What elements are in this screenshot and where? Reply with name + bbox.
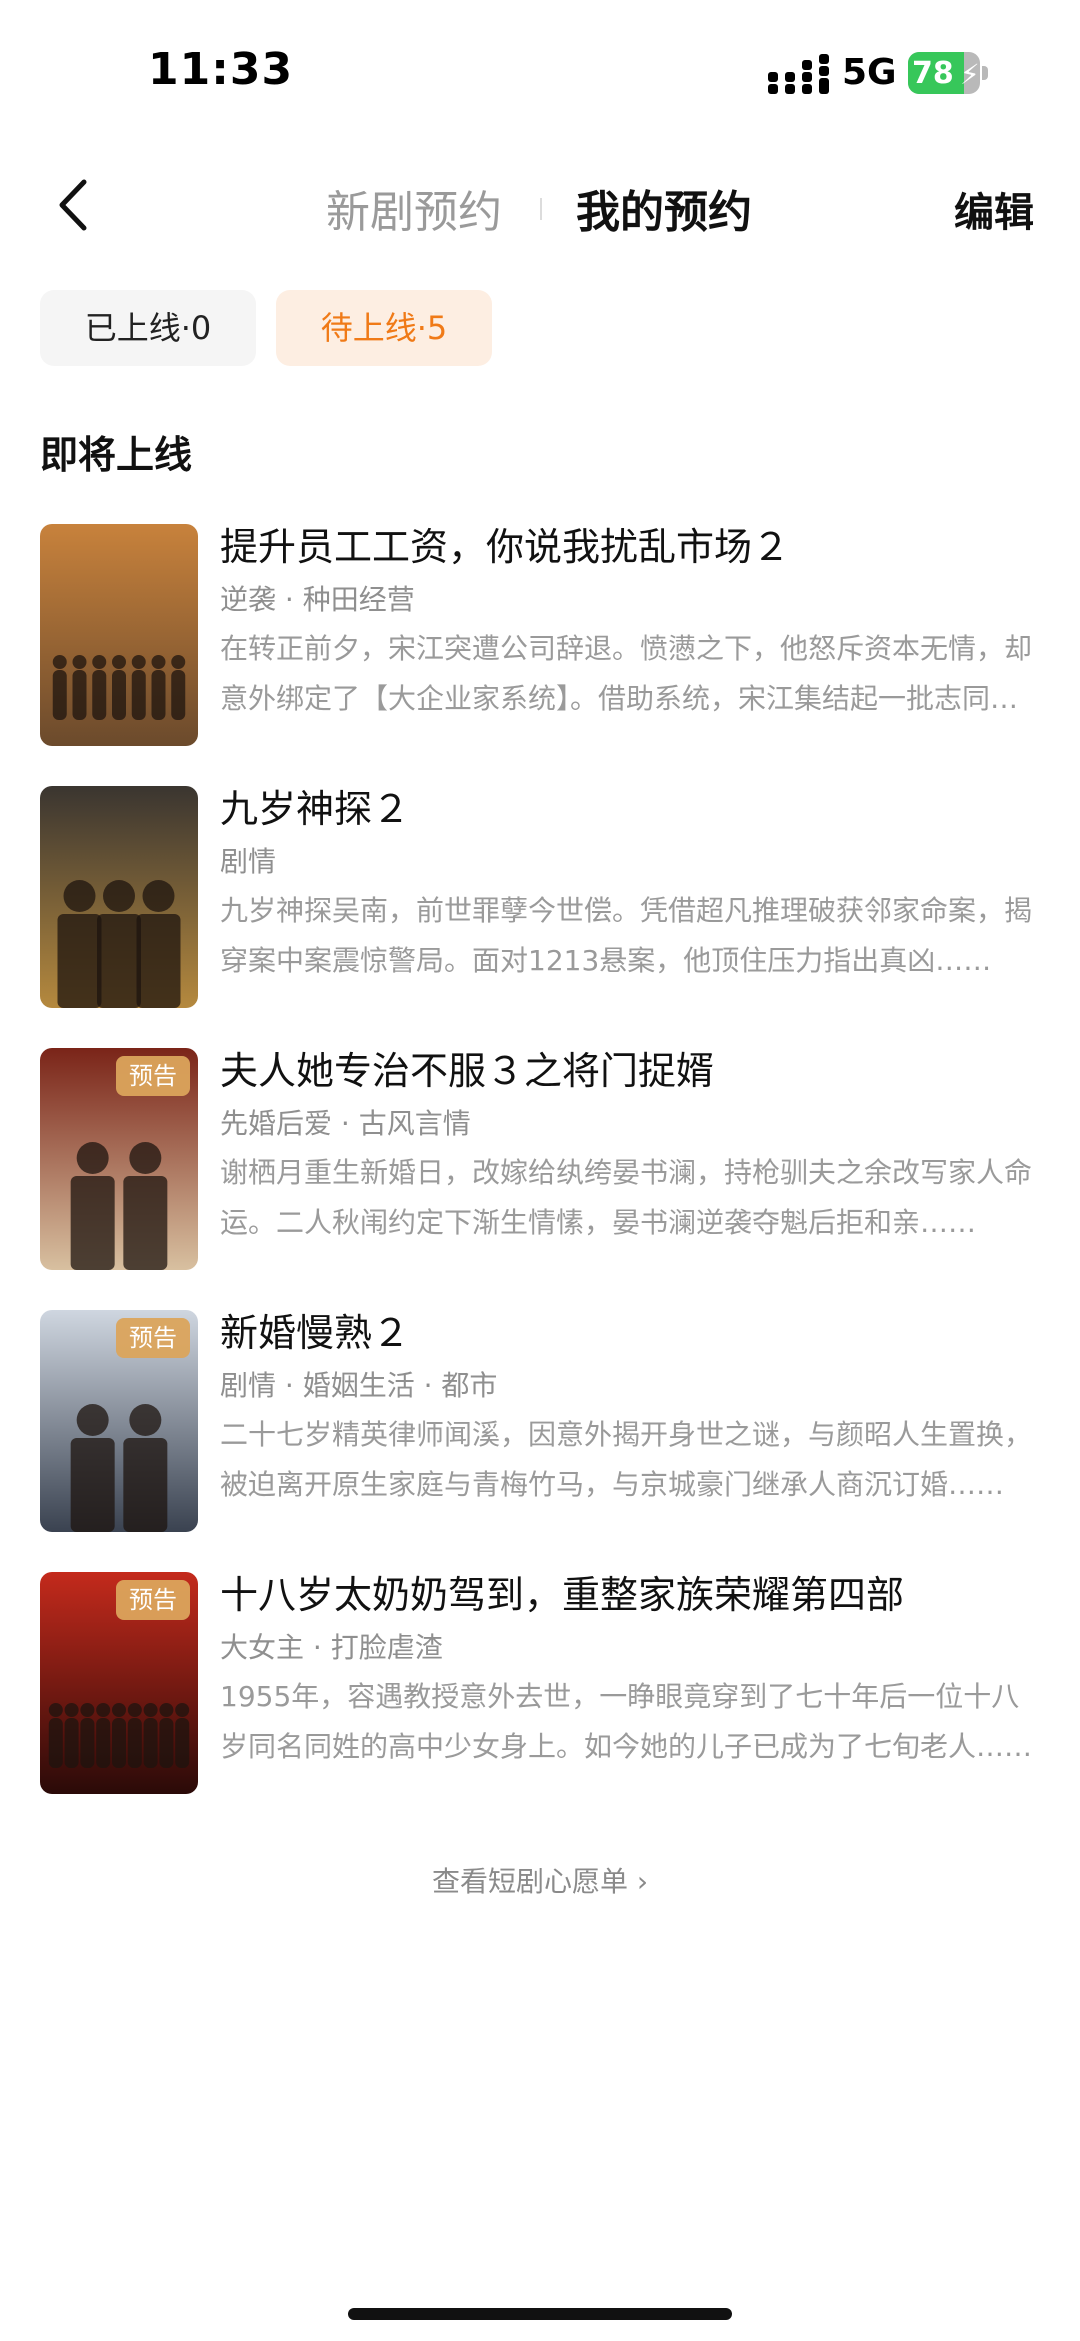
list-item[interactable]: 预告 十八岁太奶奶驾到，重整家族荣耀第四部 大女主 · 打脸虐渣 1955年，容…: [0, 1572, 1080, 1794]
home-indicator[interactable]: [348, 2308, 732, 2320]
trailer-badge: 预告: [116, 1580, 190, 1620]
tab-new-drama-reservation[interactable]: 新剧预约: [326, 176, 502, 240]
network-type: 5G: [842, 52, 897, 93]
poster-figure: [72, 655, 87, 720]
drama-title: 十八岁太奶奶驾到，重整家族荣耀第四部: [220, 1573, 905, 1617]
poster-art: [40, 786, 198, 1008]
poster-image[interactable]: 预告: [40, 1310, 198, 1532]
poster-figure: [52, 655, 67, 720]
drama-description: 谢栖月重生新婚日，改嫁给纨绔晏书澜，持枪驯夫之余改写家人命运。二人秋闱约定下渐生…: [220, 1156, 1033, 1239]
poster-image[interactable]: [40, 524, 198, 746]
signal-icon: [768, 54, 829, 94]
trailer-badge: 预告: [116, 1056, 190, 1096]
drama-description: 在转正前夕，宋江突遭公司辞退。愤懑之下，他怒斥资本无情，却意外绑定了【大企业家系…: [220, 632, 1033, 715]
drama-title: 新婚慢熟２: [220, 1311, 411, 1355]
poster-figure: [80, 1703, 95, 1768]
back-arrow-icon[interactable]: [54, 178, 94, 232]
status-time: 11:33: [148, 44, 294, 95]
poster-figure: [57, 880, 102, 1008]
drama-title: 提升员工工资，你说我扰乱市场２: [220, 525, 791, 569]
drama-tags: 大女主 · 打脸虐渣: [220, 1631, 443, 1664]
poster-figure: [64, 1703, 79, 1768]
poster-figure: [112, 1703, 126, 1768]
filter-online-pill[interactable]: 已上线·0: [40, 290, 256, 366]
drama-tags: 剧情: [220, 845, 277, 878]
drama-title: 夫人她专治不服３之将门捉婿: [220, 1049, 715, 1093]
charging-bolt-icon: ⚡: [960, 58, 980, 91]
poster-figure: [48, 1703, 63, 1768]
poster-figure: [70, 1404, 115, 1532]
poster-figure: [159, 1703, 174, 1768]
poster-figure: [136, 880, 181, 1008]
view-wishlist-link[interactable]: 查看短剧心愿单 ›: [0, 1860, 1080, 1900]
battery-icon: 78 ⚡: [908, 52, 988, 94]
drama-tags: 逆袭 · 种田经营: [220, 583, 415, 616]
poster-figure: [143, 1703, 158, 1768]
drama-title: 九岁神探２: [220, 787, 411, 831]
poster-figure: [112, 655, 126, 720]
poster-figure: [151, 655, 166, 720]
poster-image[interactable]: [40, 786, 198, 1008]
nav-header: 新剧预约 我的预约 编辑: [0, 160, 1080, 250]
poster-figure: [123, 1142, 168, 1270]
drama-tags: 先婚后爱 · 古风言情: [220, 1107, 471, 1140]
poster-figure: [123, 1404, 168, 1532]
list-item[interactable]: 提升员工工资，你说我扰乱市场２ 逆袭 · 种田经营 在转正前夕，宋江突遭公司辞退…: [0, 524, 1080, 746]
drama-tags: 剧情 · 婚姻生活 · 都市: [220, 1369, 498, 1402]
poster-figure: [70, 1142, 115, 1270]
drama-description: 九岁神探吴南，前世罪孽今世偿。凭借超凡推理破获邻家命案，揭穿案中案震惊警局。面对…: [220, 894, 1033, 977]
list-item[interactable]: 预告 新婚慢熟２ 剧情 · 婚姻生活 · 都市 二十七岁精英律师闻溪，因意外揭开…: [0, 1310, 1080, 1532]
poster-figure: [171, 655, 186, 720]
tab-my-reservation[interactable]: 我的预约: [576, 176, 752, 240]
edit-button[interactable]: 编辑: [954, 180, 1034, 238]
status-bar: 11:33 5G 78 ⚡: [0, 0, 1080, 140]
drama-description: 二十七岁精英律师闻溪，因意外揭开身世之谜，与颜昭人生置换，被迫离开原生家庭与青梅…: [220, 1418, 1033, 1501]
poster-figure: [127, 1703, 142, 1768]
poster-figure: [131, 655, 146, 720]
filter-pending-pill[interactable]: 待上线·5: [276, 290, 492, 366]
drama-description: 1955年，容遇教授意外去世，一睁眼竟穿到了七十年后一位十八岁同名同姓的高中少女…: [220, 1680, 1033, 1763]
section-title: 即将上线: [40, 433, 193, 477]
poster-figure: [97, 880, 141, 1008]
poster-image[interactable]: 预告: [40, 1572, 198, 1794]
poster-figure: [175, 1703, 190, 1768]
poster-image[interactable]: 预告: [40, 1048, 198, 1270]
poster-art: [40, 524, 198, 746]
battery-percent: 78: [912, 56, 954, 91]
list-item[interactable]: 预告 夫人她专治不服３之将门捉婿 先婚后爱 · 古风言情 谢栖月重生新婚日，改嫁…: [0, 1048, 1080, 1270]
poster-figure: [96, 1703, 111, 1768]
poster-figure: [92, 655, 107, 720]
list-item[interactable]: 九岁神探２ 剧情 九岁神探吴南，前世罪孽今世偿。凭借超凡推理破获邻家命案，揭穿案…: [0, 786, 1080, 1008]
trailer-badge: 预告: [116, 1318, 190, 1358]
tab-divider: [540, 198, 542, 220]
